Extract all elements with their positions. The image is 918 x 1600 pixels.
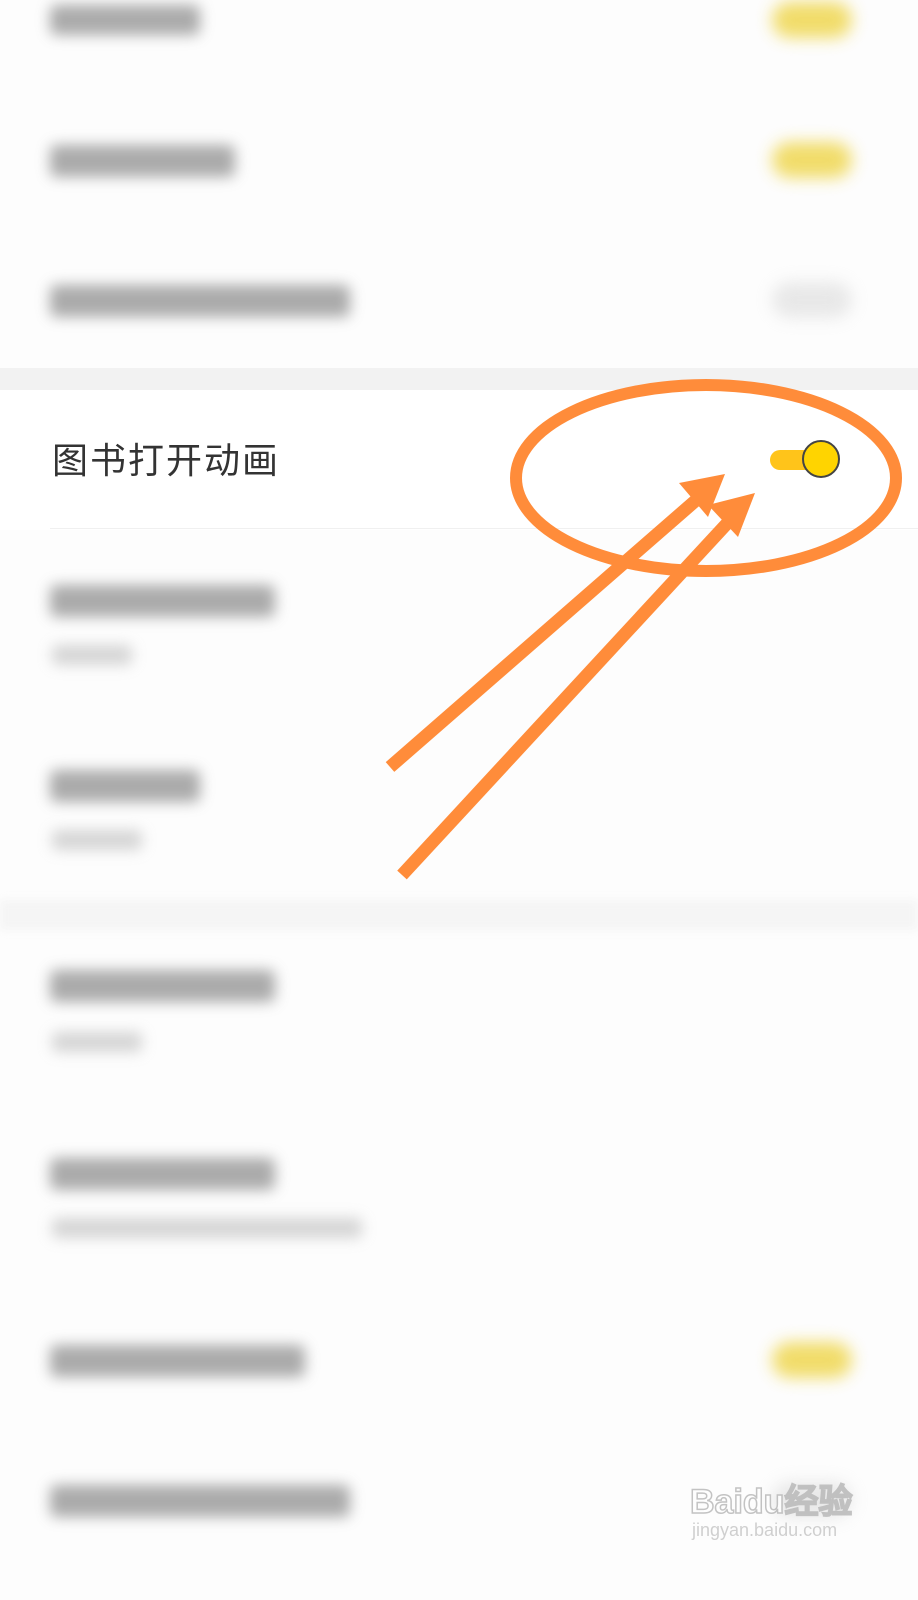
blurred-setting-label [50, 1158, 275, 1190]
baidu-jingyan-watermark: Baidu经验 jingyan.baidu.com [689, 1474, 910, 1554]
blurred-setting-label [50, 285, 350, 317]
blurred-toggle[interactable] [772, 1342, 852, 1378]
settings-page: 图书打开动画 Baidu经验 jingyan.baidu.com [0, 0, 918, 1600]
blurred-setting-label [50, 145, 235, 177]
section-divider [0, 368, 918, 390]
blurred-setting-label [50, 5, 200, 35]
blurred-setting-label [50, 970, 275, 1002]
blurred-setting-label [50, 1345, 305, 1377]
blurred-setting-subtext [52, 1218, 362, 1238]
book-open-animation-toggle[interactable] [770, 440, 846, 480]
watermark-url: jingyan.baidu.com [692, 1520, 838, 1540]
watermark-brand: Baidu经验 [689, 1482, 853, 1522]
blurred-setting-subtext [52, 645, 132, 665]
blurred-toggle[interactable] [772, 142, 852, 178]
blurred-setting-label [50, 770, 200, 802]
blurred-setting-label [50, 1485, 350, 1517]
setting-label-book-open-animation: 图书打开动画 [52, 441, 281, 482]
blurred-toggle[interactable] [772, 2, 852, 38]
section-divider [0, 900, 918, 930]
row-divider [50, 528, 918, 529]
blurred-toggle[interactable] [772, 282, 852, 318]
blurred-setting-subtext [52, 1032, 142, 1052]
annotation-arrow-shaft [397, 512, 738, 880]
blurred-setting-subtext [52, 830, 142, 850]
annotation-arrow-shaft [385, 490, 707, 772]
toggle-knob [802, 440, 840, 478]
blurred-setting-label [50, 585, 275, 617]
